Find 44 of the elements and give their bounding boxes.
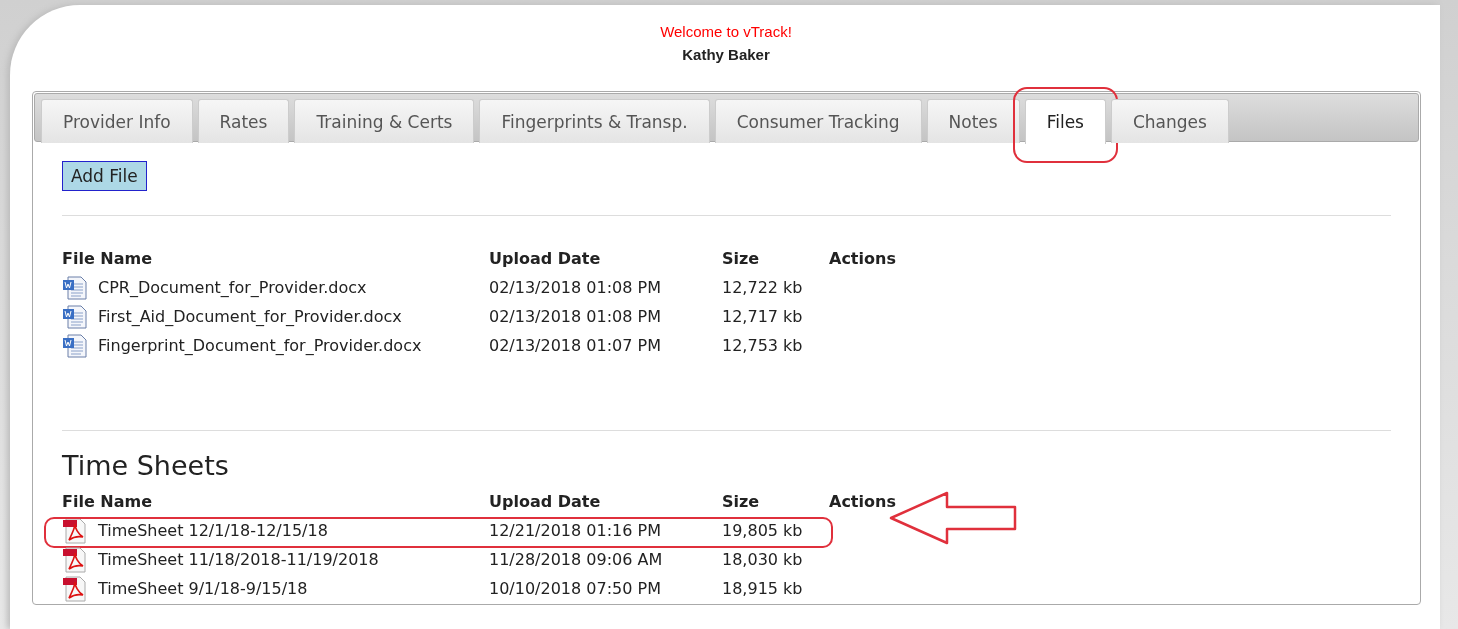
pdf-document-icon	[62, 546, 88, 573]
column-header: Size	[722, 249, 760, 268]
column-header: File Name	[62, 492, 153, 511]
pdf-document-icon	[62, 517, 88, 544]
tab[interactable]: Training & Certs	[294, 99, 475, 143]
file-size: 18,915 kb	[722, 579, 803, 598]
tab[interactable]: Changes	[1110, 99, 1229, 143]
upload-date: 02/13/2018 01:08 PM	[489, 307, 661, 326]
column-header: Upload Date	[489, 492, 601, 511]
file-link[interactable]: CPR_Document_for_Provider.docx	[98, 278, 367, 297]
word-document-icon	[62, 275, 88, 300]
file-size: 12,722 kb	[722, 278, 803, 297]
tab[interactable]: Files	[1024, 99, 1106, 144]
upload-date: 11/28/2018 09:06 AM	[489, 550, 663, 569]
file-link[interactable]: TimeSheet 12/1/18-12/15/18	[98, 521, 328, 540]
file-link[interactable]: Fingerprint_Document_for_Provider.docx	[98, 336, 422, 355]
file-size: 18,030 kb	[722, 550, 803, 569]
tab[interactable]: Provider Info	[41, 99, 193, 143]
file-size: 12,717 kb	[722, 307, 803, 326]
file-size: 19,805 kb	[722, 521, 803, 540]
upload-date: 02/13/2018 01:07 PM	[489, 336, 661, 355]
pdf-document-icon	[62, 575, 88, 602]
tab[interactable]: Notes	[926, 99, 1020, 143]
column-header: Actions	[829, 492, 896, 511]
column-header: File Name	[62, 249, 153, 268]
welcome-text: Welcome to vTrack!	[660, 23, 792, 40]
section-title: Time Sheets	[62, 450, 230, 481]
column-header: Upload Date	[489, 249, 601, 268]
tab[interactable]: Fingerprints & Transp.	[479, 99, 710, 143]
file-link[interactable]: TimeSheet 11/18/2018-11/19/2018	[98, 550, 379, 569]
upload-date: 02/13/2018 01:08 PM	[489, 278, 661, 297]
file-link[interactable]: TimeSheet 9/1/18-9/15/18	[98, 579, 308, 598]
add-file-button[interactable]: Add File	[62, 161, 147, 191]
column-header: Actions	[829, 249, 896, 268]
upload-date: 12/21/2018 01:16 PM	[489, 521, 661, 540]
tab[interactable]: Consumer Tracking	[714, 99, 922, 143]
tab[interactable]: Rates	[197, 99, 290, 143]
file-link[interactable]: First_Aid_Document_for_Provider.docx	[98, 307, 402, 326]
word-document-icon	[62, 333, 88, 358]
column-header: Size	[722, 492, 760, 511]
word-document-icon	[62, 304, 88, 329]
upload-date: 10/10/2018 07:50 PM	[489, 579, 661, 598]
file-size: 12,753 kb	[722, 336, 803, 355]
user-name: Kathy Baker	[682, 46, 770, 63]
